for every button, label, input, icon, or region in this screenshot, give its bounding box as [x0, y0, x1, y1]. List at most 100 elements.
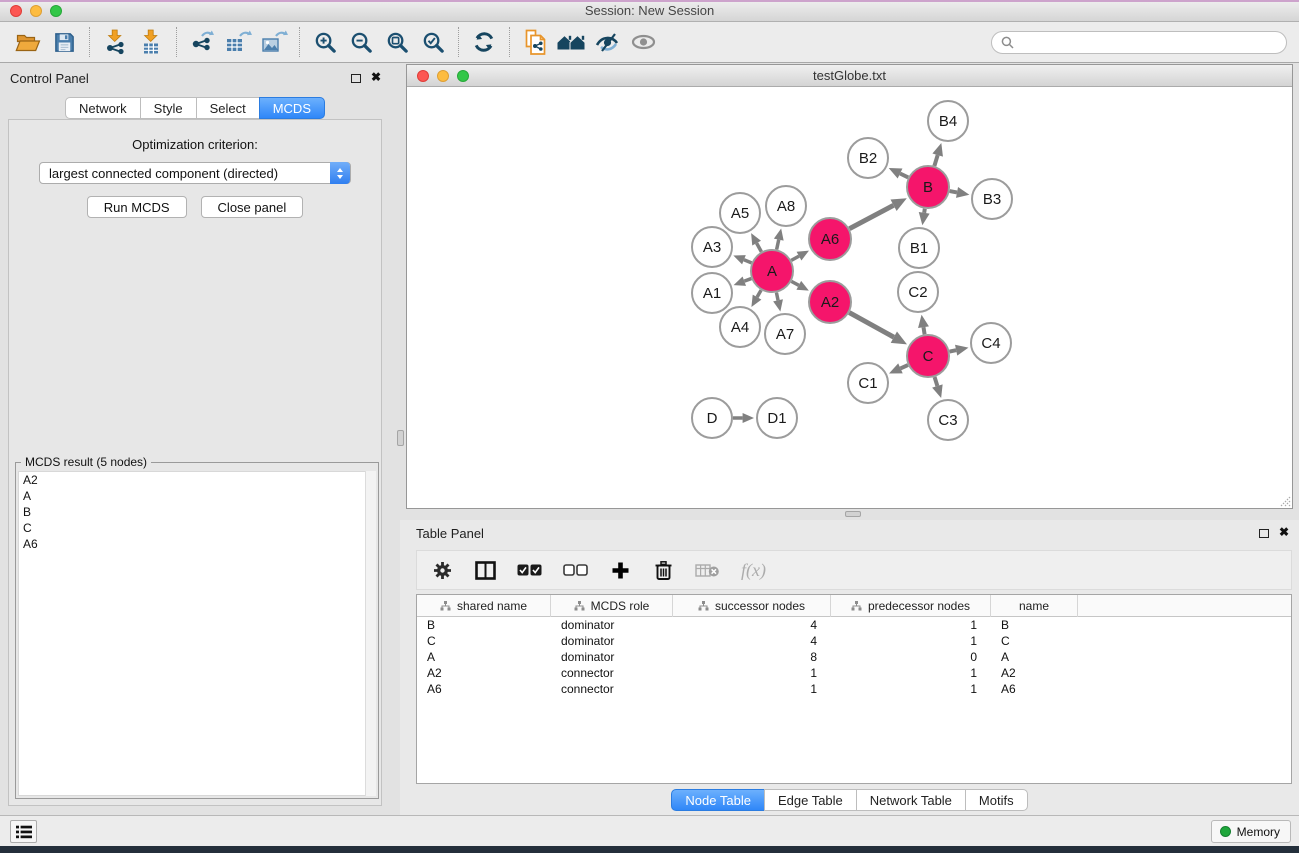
horizontal-splitter-handle[interactable] [845, 511, 861, 517]
refresh-icon[interactable] [466, 26, 502, 58]
table-cell[interactable]: B [417, 617, 551, 633]
column-header-MCDS-role[interactable]: MCDS role [551, 595, 673, 617]
tab-select[interactable]: Select [196, 97, 260, 119]
table-row[interactable]: Cdominator41C [417, 633, 1291, 649]
float-panel-icon[interactable] [351, 74, 361, 83]
mcds-result-item[interactable]: A [19, 488, 375, 504]
graph-edge[interactable] [777, 240, 779, 250]
graph-edge[interactable] [934, 155, 937, 166]
graph-edge[interactable] [900, 365, 907, 368]
graph-edge[interactable] [791, 281, 798, 285]
task-history-button[interactable] [10, 820, 37, 843]
minimize-window-button[interactable] [30, 5, 42, 17]
network-close-button[interactable] [417, 70, 429, 82]
zoom-fit-icon[interactable] [379, 26, 415, 58]
table-cell[interactable]: C [417, 633, 551, 649]
window-titlebar[interactable]: Session: New Session [0, 0, 1299, 22]
mcds-result-item[interactable]: B [19, 504, 375, 520]
tab-node-table[interactable]: Node Table [671, 789, 765, 811]
deselect-all-columns-icon[interactable] [563, 557, 588, 583]
stylized-eye-icon[interactable] [589, 26, 625, 58]
vertical-splitter-handle[interactable] [397, 430, 404, 446]
table-cell[interactable]: connector [551, 665, 673, 681]
table-cell[interactable]: A2 [417, 665, 551, 681]
table-cell[interactable]: A6 [417, 681, 551, 697]
graph-edge[interactable] [744, 279, 751, 282]
graph-edge[interactable] [757, 290, 761, 297]
table-cell[interactable]: C [991, 633, 1078, 649]
table-cell[interactable]: 0 [831, 649, 991, 665]
resize-grip-icon[interactable] [1277, 493, 1291, 507]
float-table-panel-icon[interactable] [1259, 529, 1269, 538]
export-image-icon[interactable] [256, 26, 292, 58]
import-table-icon[interactable] [133, 26, 169, 58]
tab-style[interactable]: Style [140, 97, 197, 119]
table-row[interactable]: A6connector11A6 [417, 681, 1291, 697]
zoom-selected-icon[interactable] [415, 26, 451, 58]
close-table-panel-icon[interactable]: ✖ [1279, 525, 1289, 539]
add-column-icon[interactable] [609, 557, 631, 583]
select-all-columns-icon[interactable] [517, 557, 542, 583]
dropdown-stepper-icon[interactable] [330, 162, 350, 184]
graph-edge[interactable] [950, 350, 957, 351]
search-box[interactable] [991, 31, 1287, 54]
tab-mcds[interactable]: MCDS [259, 97, 325, 119]
mcds-result-scrollbar[interactable] [365, 471, 376, 796]
table-cell[interactable]: A [417, 649, 551, 665]
table-row[interactable]: A2connector11A2 [417, 665, 1291, 681]
two-houses-icon[interactable] [553, 26, 589, 58]
table-cell[interactable]: A2 [991, 665, 1078, 681]
import-network-icon[interactable] [97, 26, 133, 58]
table-cell[interactable]: 1 [831, 665, 991, 681]
column-header-shared-name[interactable]: shared name [417, 595, 551, 617]
column-view-icon[interactable] [474, 557, 496, 583]
tab-motifs[interactable]: Motifs [965, 789, 1028, 811]
network-minimize-button[interactable] [437, 70, 449, 82]
table-cell[interactable]: A6 [991, 681, 1078, 697]
zoom-window-button[interactable] [50, 5, 62, 17]
gear-icon[interactable] [431, 557, 453, 583]
graph-edge[interactable] [849, 313, 894, 338]
table-cell[interactable]: B [991, 617, 1078, 633]
column-header-name[interactable]: name [991, 595, 1078, 617]
save-floppy-icon[interactable] [46, 26, 82, 58]
tab-network[interactable]: Network [65, 97, 141, 119]
criterion-dropdown[interactable]: largest connected component (directed) [39, 162, 351, 184]
network-canvas[interactable]: AA1A2A3A4A5A6A7A8BB1B2B3B4CC1C2C3C4DD1 [407, 87, 1292, 508]
export-table-icon[interactable] [220, 26, 256, 58]
network-zoom-button[interactable] [457, 70, 469, 82]
mcds-result-item[interactable]: C [19, 520, 375, 536]
eye-icon[interactable] [625, 26, 661, 58]
table-cell[interactable]: 8 [673, 649, 831, 665]
graph-edge[interactable] [923, 327, 924, 334]
graph-edge[interactable] [900, 173, 908, 177]
search-input[interactable] [1020, 35, 1277, 49]
table-cell[interactable]: dominator [551, 633, 673, 649]
mcds-result-item[interactable]: A6 [19, 536, 375, 552]
export-network-icon[interactable] [184, 26, 220, 58]
close-window-button[interactable] [10, 5, 22, 17]
graph-edge[interactable] [924, 209, 925, 213]
table-cell[interactable]: 1 [673, 681, 831, 697]
copy-network-document-icon[interactable] [517, 26, 553, 58]
table-cell[interactable]: 1 [831, 633, 991, 649]
table-cell[interactable]: dominator [551, 649, 673, 665]
graph-edge[interactable] [744, 260, 752, 263]
open-folder-icon[interactable] [10, 26, 46, 58]
graph-edge[interactable] [757, 243, 762, 252]
graph-edge[interactable] [849, 205, 893, 228]
table-cell[interactable]: 4 [673, 617, 831, 633]
tab-network-table[interactable]: Network Table [856, 789, 966, 811]
table-cell[interactable]: 1 [673, 665, 831, 681]
graph-edge[interactable] [935, 377, 938, 386]
table-cell[interactable]: A [991, 649, 1078, 665]
table-cell[interactable]: connector [551, 681, 673, 697]
column-header-predecessor-nodes[interactable]: predecessor nodes [831, 595, 991, 617]
table-cell[interactable]: 1 [831, 681, 991, 697]
table-row[interactable]: Adominator80A [417, 649, 1291, 665]
table-cell[interactable]: 4 [673, 633, 831, 649]
zoom-out-icon[interactable] [343, 26, 379, 58]
graph-edge[interactable] [950, 191, 957, 192]
mcds-result-item[interactable]: A2 [19, 472, 375, 488]
mcds-result-list[interactable]: A2ABCA6 [18, 471, 376, 796]
